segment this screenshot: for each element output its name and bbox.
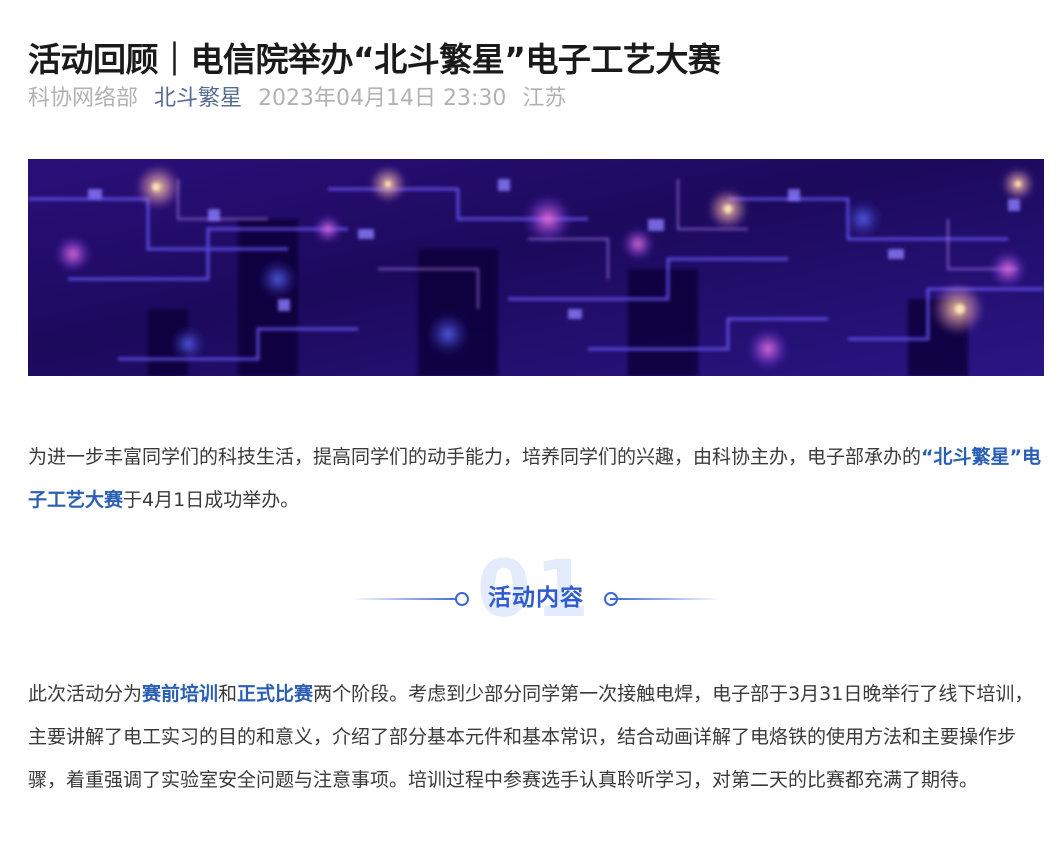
intro-paragraph: 为进一步丰富同学们的科技生活，提高同学们的动手能力，培养同学们的兴趣，由科协主办… [28, 436, 1044, 522]
circuit-board-image [28, 159, 1044, 376]
content-text-1: 此次活动分为 [28, 683, 143, 705]
intro-text-1: 为进一步丰富同学们的科技生活，提高同学们的动手能力，培养同学们的兴趣，由科协主办… [28, 446, 922, 468]
article-meta: 科协网络部 北斗繁星 2023年04月14日 23:30 江苏 [28, 78, 582, 114]
article-page: 活动回顾｜电信院举办“北斗繁星”电子工艺大赛 科协网络部 北斗繁星 2023年0… [0, 0, 1062, 841]
section-divider-left [350, 598, 462, 600]
author-name: 科协网络部 [28, 86, 139, 111]
publish-datetime: 2023年04月14日 23:30 [258, 86, 507, 111]
section-heading: 01 活动内容 [340, 540, 730, 640]
intro-text-2: 于4月1日成功举办。 [123, 489, 300, 511]
content-text-2: 和 [218, 683, 238, 705]
section-divider-right [610, 598, 722, 600]
section-title: 活动内容 [488, 585, 584, 611]
banner-image [28, 159, 1044, 376]
publish-location: 江苏 [522, 86, 567, 111]
content-highlight-1: 赛前培训 [142, 683, 219, 705]
account-link[interactable]: 北斗繁星 [154, 80, 242, 112]
content-highlight-2: 正式比赛 [237, 683, 314, 705]
content-paragraph: 此次活动分为赛前培训和正式比赛两个阶段。考虑到少部分同学第一次接触电焊，电子部于… [28, 673, 1044, 802]
section-dot-left-icon [455, 592, 469, 606]
article-title: 活动回顾｜电信院举办“北斗繁星”电子工艺大赛 [28, 40, 721, 80]
